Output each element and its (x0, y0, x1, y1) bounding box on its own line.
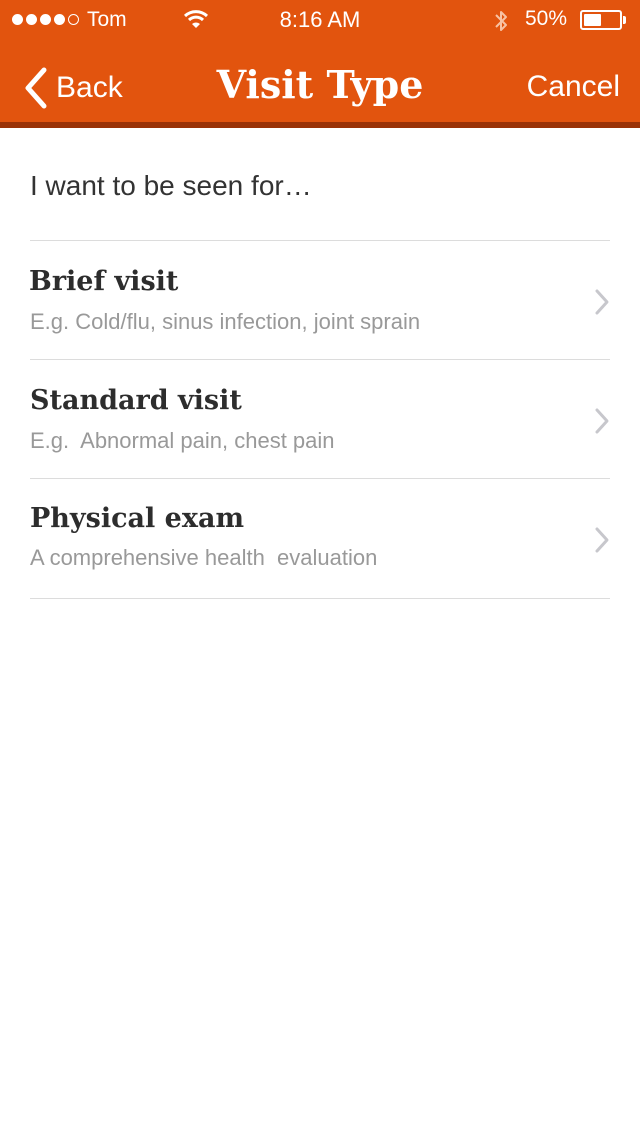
bluetooth-icon (495, 11, 507, 31)
item-title: Standard visit (30, 385, 242, 416)
chevron-right-icon (595, 527, 609, 553)
prompt-text: I want to be seen for… (30, 170, 312, 201)
chevron-left-icon (25, 67, 47, 109)
nav-header-shadow (0, 122, 640, 128)
item-subtitle: A comprehensive health evaluation (30, 545, 378, 570)
status-bar: Tom 8:16 AM 50% (0, 0, 640, 40)
back-label: Back (56, 71, 123, 104)
list-item-standard-visit[interactable]: Standard visit E.g. Abnormal pain, chest… (0, 360, 640, 478)
battery-level-fill (584, 14, 601, 26)
chevron-right-icon (595, 408, 609, 434)
battery-percent: 50% (525, 7, 568, 30)
item-title: Brief visit (29, 266, 179, 297)
item-subtitle: E.g. Abnormal pain, chest pain (30, 428, 335, 453)
item-subtitle: E.g. Cold/flu, sinus infection, joint sp… (30, 309, 421, 334)
battery-nub (623, 16, 626, 24)
back-button[interactable]: Back (22, 66, 123, 110)
list-item-physical-exam[interactable]: Physical exam A comprehensive health eva… (0, 479, 640, 597)
battery-icon (580, 10, 622, 30)
list-item-brief-visit[interactable]: Brief visit E.g. Cold/flu, sinus infecti… (0, 241, 640, 359)
chevron-right-icon (595, 289, 609, 315)
item-title: Physical exam (30, 503, 245, 534)
cancel-button[interactable]: Cancel (527, 70, 620, 104)
divider (30, 598, 610, 599)
